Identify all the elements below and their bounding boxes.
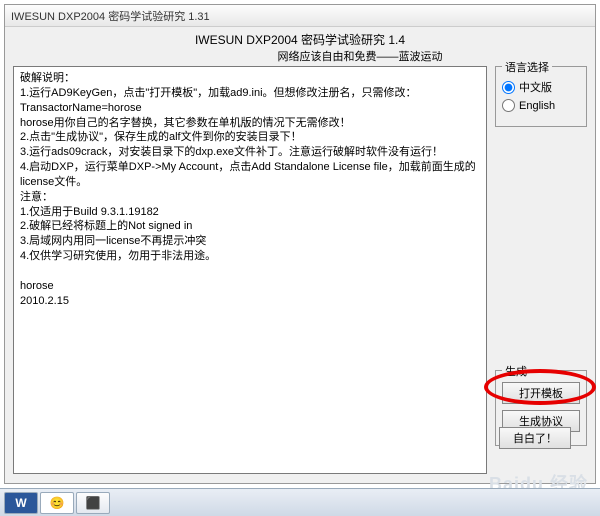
window-title: IWESUN DXP2004 密码学试验研究 1.31 xyxy=(11,8,210,24)
confess-button[interactable]: 自白了！ xyxy=(499,427,571,449)
instructions-text[interactable]: 破解说明： 1.运行AD9KeyGen，点击"打开模板"，加载ad9.ini。但… xyxy=(13,66,487,474)
taskbar-item-app[interactable]: 😊 xyxy=(40,492,74,514)
radio-english[interactable]: English xyxy=(502,99,580,112)
language-groupbox: 语言选择 中文版 English xyxy=(495,66,587,127)
radio-english-input[interactable] xyxy=(502,99,515,112)
content-area: 破解说明： 1.运行AD9KeyGen，点击"打开模板"，加载ad9.ini。但… xyxy=(5,66,595,482)
taskbar-item-word[interactable]: W xyxy=(4,492,38,514)
radio-chinese-label: 中文版 xyxy=(519,79,552,95)
taskbar-item-misc[interactable]: ⬛ xyxy=(76,492,110,514)
side-panel: 语言选择 中文版 English 生成 打开模板 生成协议 xyxy=(495,66,587,474)
generate-legend: 生成 xyxy=(502,363,530,379)
radio-english-label: English xyxy=(519,100,555,112)
titlebar: IWESUN DXP2004 密码学试验研究 1.31 xyxy=(5,5,595,27)
radio-chinese[interactable]: 中文版 xyxy=(502,79,580,95)
app-window: IWESUN DXP2004 密码学试验研究 1.31 IWESUN DXP20… xyxy=(4,4,596,484)
page-title: IWESUN DXP2004 密码学试验研究 1.4 xyxy=(5,27,595,48)
language-legend: 语言选择 xyxy=(502,59,552,75)
radio-chinese-input[interactable] xyxy=(502,81,515,94)
open-template-button[interactable]: 打开模板 xyxy=(502,382,580,404)
taskbar: W 😊 ⬛ xyxy=(0,488,600,516)
